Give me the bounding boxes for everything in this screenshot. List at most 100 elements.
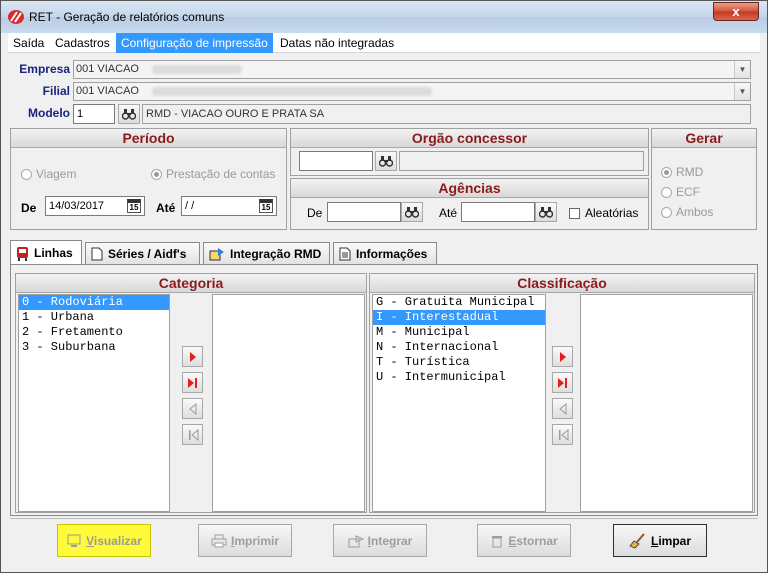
tab-linhas-label: Linhas: [34, 246, 73, 260]
calendar-icon[interactable]: 15: [127, 199, 141, 213]
categoria-add-all-button[interactable]: [182, 372, 203, 393]
menu-cadastros[interactable]: Cadastros: [50, 33, 115, 53]
radio-ecf-label: ECF: [676, 185, 700, 199]
filial-label: Filial: [42, 84, 70, 98]
integration-icon: [209, 247, 224, 260]
radio-viagem-dot: [21, 168, 32, 180]
classificacao-add-all-button[interactable]: [552, 372, 573, 393]
aleatorias-label: Aleatórias: [585, 206, 639, 220]
printer-icon: [211, 534, 227, 547]
filial-dropdown-icon[interactable]: ▼: [734, 83, 750, 100]
arrow-right-icon: [189, 351, 196, 362]
gerar-panel: Gerar RMD ECF Ambos: [651, 128, 757, 230]
list-item[interactable]: 0 - Rodoviária: [19, 295, 169, 310]
binoculars-icon: [379, 156, 393, 167]
tab-informacoes[interactable]: Informações: [333, 242, 437, 264]
gerar-title: Gerar: [652, 129, 756, 148]
radio-ambos[interactable]: Ambos: [661, 205, 713, 219]
radio-ambos-label: Ambos: [676, 205, 714, 219]
classificacao-selected-list[interactable]: [580, 294, 753, 512]
list-item[interactable]: M - Municipal: [373, 325, 545, 340]
agencias-title: Agências: [291, 179, 648, 198]
categoria-selected-list[interactable]: [212, 294, 365, 512]
imprimir-button[interactable]: Imprimir: [198, 524, 292, 557]
trash-icon: [492, 535, 503, 547]
aleatorias-checkbox[interactable]: Aleatórias: [569, 206, 638, 220]
list-item[interactable]: G - Gratuita Municipal: [373, 295, 545, 310]
agencias-ate-search-button[interactable]: [535, 202, 557, 222]
document-icon: [91, 247, 103, 260]
orgao-panel: Orgão concessor: [290, 128, 649, 176]
integrate-icon: [348, 534, 364, 547]
menu-datas-nao-integradas[interactable]: Datas não integradas: [275, 33, 399, 53]
menu-configuracao-impressao[interactable]: Configuração de impressão: [116, 33, 273, 53]
visualizar-button[interactable]: Visualizar: [57, 524, 151, 557]
categoria-panel: Categoria 0 - Rodoviária 1 - Urbana 2 - …: [15, 273, 367, 513]
classificacao-title: Classificação: [370, 274, 754, 293]
periodo-ate-input[interactable]: / / 15: [181, 196, 277, 216]
list-item[interactable]: 1 - Urbana: [19, 310, 169, 325]
tab-series-aidfs[interactable]: Séries / Aidf's: [85, 242, 200, 264]
limpar-button[interactable]: Limpar: [613, 524, 707, 557]
menu-bar: Saída Cadastros Configuração de impressã…: [8, 33, 760, 53]
estornar-button[interactable]: Estornar: [477, 524, 571, 557]
tab-informacoes-label: Informações: [356, 246, 428, 261]
categoria-add-button[interactable]: [182, 346, 203, 367]
modelo-code-input[interactable]: 1: [73, 104, 115, 124]
list-item[interactable]: T - Turística: [373, 355, 545, 370]
list-item[interactable]: N - Internacional: [373, 340, 545, 355]
classificacao-remove-button[interactable]: [552, 398, 573, 419]
classificacao-add-button[interactable]: [552, 346, 573, 367]
periodo-de-value: 14/03/2017: [49, 200, 105, 212]
radio-viagem[interactable]: Viagem: [21, 167, 76, 181]
orgao-code-input[interactable]: [299, 151, 373, 171]
list-item[interactable]: 2 - Fretamento: [19, 325, 169, 340]
periodo-de-input[interactable]: 14/03/2017 15: [45, 196, 145, 216]
arrow-right-end-icon: [557, 377, 567, 388]
agencias-de-search-button[interactable]: [401, 202, 423, 222]
monitor-icon: [67, 534, 81, 547]
calendar-icon[interactable]: 15: [259, 199, 273, 213]
categoria-remove-button[interactable]: [182, 398, 203, 419]
list-item[interactable]: I - Interestadual: [373, 310, 545, 325]
categoria-available-list[interactable]: 0 - Rodoviária 1 - Urbana 2 - Fretamento…: [18, 294, 170, 512]
binoculars-icon: [122, 109, 136, 120]
radio-rmd-label: RMD: [676, 165, 704, 179]
list-item[interactable]: 3 - Suburbana: [19, 340, 169, 355]
menu-saida[interactable]: Saída: [8, 33, 49, 53]
arrow-left-end-icon: [558, 428, 568, 441]
integrar-label: Integrar: [367, 533, 413, 548]
empresa-combo[interactable]: 001 VIACAO ▼: [73, 60, 751, 79]
categoria-remove-all-button[interactable]: [182, 424, 203, 445]
imprimir-label: Imprimir: [230, 533, 280, 548]
info-document-icon: [339, 247, 351, 260]
filial-value: 001 VIACAO: [76, 85, 139, 97]
integrar-button[interactable]: Integrar: [333, 524, 427, 557]
tab-integracao-rmd[interactable]: Integração RMD: [203, 242, 330, 264]
radio-prestacao-contas[interactable]: Prestação de contas: [151, 167, 275, 181]
agencias-de-input[interactable]: [327, 202, 401, 222]
radio-viagem-label: Viagem: [36, 167, 77, 181]
window-title: RET - Geração de relatórios comuns: [29, 10, 225, 24]
tab-linhas[interactable]: Linhas: [10, 240, 82, 265]
visualizar-label: Visualizar: [86, 533, 142, 548]
periodo-ate-label: Até: [156, 201, 176, 215]
list-item[interactable]: U - Intermunicipal: [373, 370, 545, 385]
tab-series-label: Séries / Aidf's: [108, 246, 187, 261]
close-button[interactable]: x: [713, 2, 759, 21]
modelo-description: RMD - VIACAO OURO E PRATA SA: [142, 104, 751, 124]
classificacao-remove-all-button[interactable]: [552, 424, 573, 445]
radio-rmd-dot: [661, 166, 672, 178]
arrow-left-icon: [558, 402, 566, 415]
filial-redacted: [152, 86, 433, 96]
title-bar: RET - Geração de relatórios comuns x: [1, 1, 767, 33]
classificacao-available-list[interactable]: G - Gratuita Municipal I - Interestadual…: [372, 294, 546, 512]
radio-ecf[interactable]: ECF: [661, 185, 700, 199]
filial-combo[interactable]: 001 VIACAO ▼: [73, 82, 751, 101]
agencias-ate-input[interactable]: [461, 202, 535, 222]
agencias-ate-label: Até: [439, 206, 458, 220]
modelo-search-button[interactable]: [118, 104, 140, 124]
orgao-search-button[interactable]: [375, 151, 397, 171]
radio-rmd[interactable]: RMD: [661, 165, 703, 179]
empresa-dropdown-icon[interactable]: ▼: [734, 61, 750, 78]
